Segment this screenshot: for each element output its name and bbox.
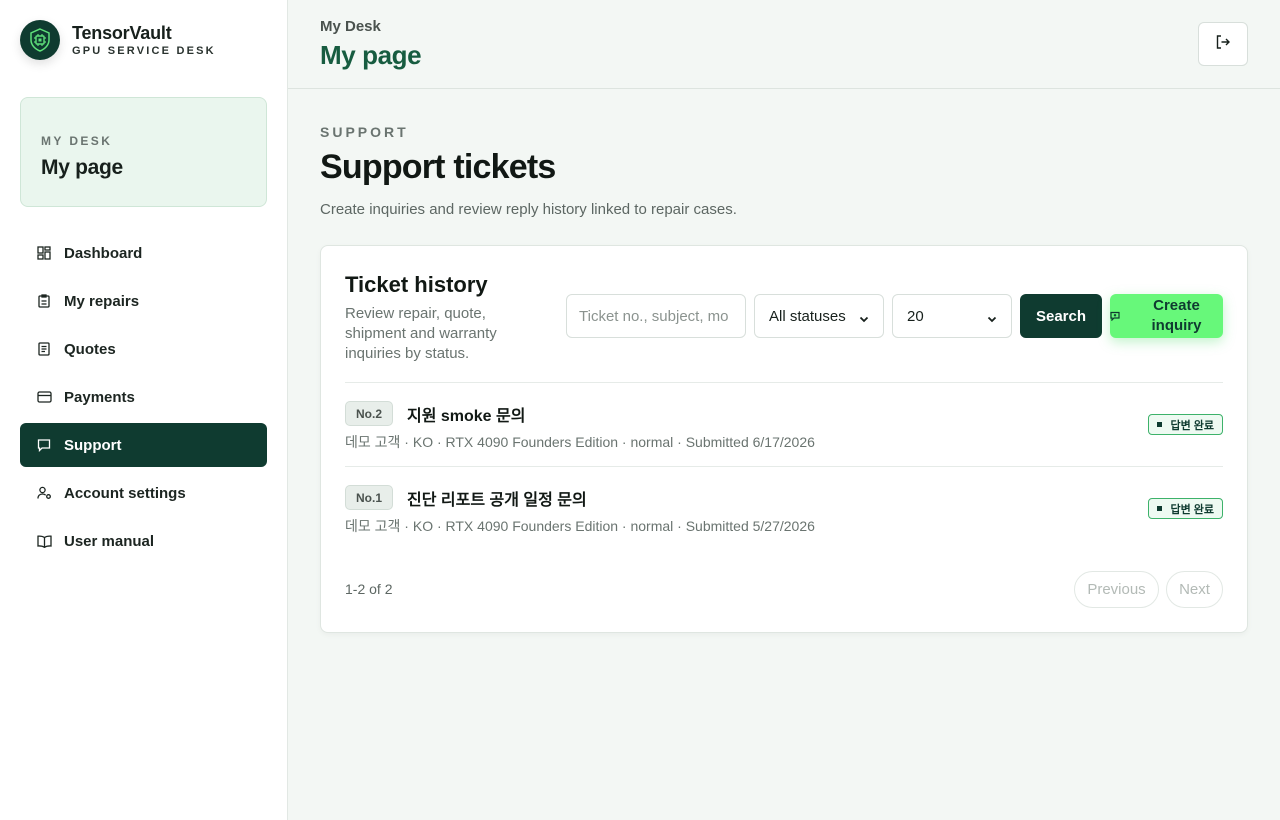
credit-card-icon <box>36 389 52 405</box>
ticket-subject[interactable]: 진단 리포트 공개 일정 문의 <box>407 486 587 510</box>
section-title: Support tickets <box>320 148 556 186</box>
desk-eyebrow: MY DESK <box>41 134 113 148</box>
sidebar-item-label: My repairs <box>64 292 140 310</box>
sidebar-item-my-repairs[interactable]: My repairs <box>20 279 267 323</box>
logout-icon <box>1215 34 1231 55</box>
user-settings-icon <box>36 485 52 501</box>
new-message-icon <box>1110 308 1120 325</box>
ticket-row[interactable]: No.1 진단 리포트 공개 일정 문의 데모 고객 · KO · RTX 40… <box>345 467 1223 551</box>
sidebar-item-support[interactable]: Support <box>20 423 267 467</box>
sidebar: TensorVault GPU SERVICE DESK MY DESK My … <box>0 0 288 820</box>
search-button[interactable]: Search <box>1020 294 1102 338</box>
sidebar-item-payments[interactable]: Payments <box>20 375 267 419</box>
grid-icon <box>36 245 52 261</box>
chevron-down-icon <box>987 311 997 323</box>
section-eyebrow: SUPPORT <box>320 124 409 140</box>
ticket-meta: 데모 고객 · KO · RTX 4090 Founders Edition ·… <box>345 434 815 450</box>
sidebar-item-label: Support <box>64 436 122 454</box>
sidebar-item-quotes[interactable]: Quotes <box>20 327 267 371</box>
chip-logo-icon <box>20 20 60 60</box>
brand[interactable]: TensorVault GPU SERVICE DESK <box>20 20 216 60</box>
sidebar-item-label: Dashboard <box>64 244 143 262</box>
page-title: My page <box>320 40 422 70</box>
section-description: Create inquiries and review reply histor… <box>320 201 737 218</box>
sidebar-item-label: User manual <box>64 532 155 550</box>
status-badge-label: 답변 완료 <box>1170 503 1214 516</box>
page-size-value: 20 <box>907 307 924 325</box>
status-filter-value: All statuses <box>769 307 846 325</box>
ticket-row[interactable]: No.2 지원 smoke 문의 데모 고객 · KO · RTX 4090 F… <box>345 383 1223 467</box>
ticket-number-badge: No.1 <box>345 485 394 510</box>
status-dot-icon <box>1157 422 1163 427</box>
next-page-button[interactable]: Next <box>1166 571 1223 608</box>
desk-card: MY DESK My page <box>20 97 267 207</box>
sidebar-item-account-settings[interactable]: Account settings <box>20 471 267 515</box>
brand-subtitle: GPU SERVICE DESK <box>72 45 216 57</box>
sidebar-item-label: Quotes <box>64 340 116 358</box>
create-inquiry-label: Create inquiry <box>1151 297 1202 334</box>
previous-page-button[interactable]: Previous <box>1074 571 1159 608</box>
ticket-history-card: Ticket history Review repair, quote, shi… <box>320 245 1248 633</box>
logout-button[interactable] <box>1198 22 1248 66</box>
book-icon <box>36 533 52 549</box>
brand-name: TensorVault <box>72 23 172 43</box>
sidebar-nav: Dashboard My repairs Quotes Payments Sup… <box>20 231 267 567</box>
pagination-count: 1-2 of 2 <box>345 581 393 597</box>
card-title: Ticket history <box>345 272 488 297</box>
status-badge: 답변 완료 <box>1148 498 1223 519</box>
ticket-number-badge: No.2 <box>345 401 394 426</box>
sidebar-item-user-manual[interactable]: User manual <box>20 519 267 563</box>
card-description: Review repair, quote, shipment and warra… <box>345 305 497 362</box>
status-dot-icon <box>1157 506 1163 511</box>
desk-title: My page <box>41 156 123 179</box>
status-badge-label: 답변 완료 <box>1170 419 1214 432</box>
status-badge: 답변 완료 <box>1148 414 1223 435</box>
sidebar-item-label: Payments <box>64 388 135 406</box>
document-icon <box>36 341 52 357</box>
chevron-down-icon <box>859 311 869 323</box>
create-inquiry-button[interactable]: Create inquiry <box>1110 294 1223 338</box>
ticket-search-input[interactable] <box>566 294 746 338</box>
breadcrumb[interactable]: My Desk <box>320 18 381 35</box>
sidebar-item-label: Account settings <box>64 484 186 502</box>
clipboard-icon <box>36 293 52 309</box>
chat-icon <box>36 437 52 453</box>
ticket-subject[interactable]: 지원 smoke 문의 <box>407 402 525 426</box>
sidebar-item-dashboard[interactable]: Dashboard <box>20 231 267 275</box>
top-header: My Desk My page <box>288 0 1280 89</box>
ticket-meta: 데모 고객 · KO · RTX 4090 Founders Edition ·… <box>345 518 815 534</box>
status-filter-select[interactable]: All statuses <box>754 294 884 338</box>
page-size-select[interactable]: 20 <box>892 294 1012 338</box>
